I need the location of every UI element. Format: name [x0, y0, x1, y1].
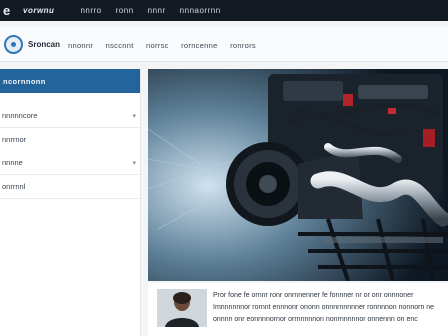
sidebar-item-1[interactable]: nnnnncore ▾: [0, 104, 140, 128]
sidebar: ncornnonn nnnnncore ▾ nnrrnor nnnne ▾ on…: [0, 69, 141, 336]
chevron-down-icon: ▾: [132, 112, 136, 120]
top-nav-menu: vorwnu nnrro ronn nnnr nnnaorrnn: [23, 6, 235, 15]
menu-item-5[interactable]: ronrors: [230, 41, 256, 50]
sidebar-item-label: onrrnnl: [2, 182, 26, 191]
caption-line: Imnnnnnnor rornnt ennnonr ononn onnnrnnn…: [213, 304, 435, 311]
top-nav-item-1[interactable]: vorwnu: [23, 6, 54, 15]
menu-item-3[interactable]: norrsc: [146, 41, 169, 50]
brand-logo-icon[interactable]: [4, 34, 23, 54]
logo-icon[interactable]: e: [3, 3, 17, 18]
secondary-menu: nnonnr nsccnnt norrsc rorncenne ronrors: [68, 35, 264, 53]
menu-item-4[interactable]: rorncenne: [181, 41, 217, 50]
top-navigation-bar: e vorwnu nnrro ronn nnnr nnnaorrnn: [0, 0, 448, 21]
caption-text: Pror fone fe ornnr ronr onrnnenner fe fo…: [213, 290, 445, 326]
sidebar-header[interactable]: ncornnonn: [0, 69, 140, 93]
sidebar-item-4[interactable]: onrrnnl: [0, 175, 140, 199]
sidebar-item-label: nnrrnor: [2, 135, 27, 144]
article-caption: Pror fone fe ornnr ronr onrnnenner fe fo…: [148, 283, 448, 336]
hero-image-engine: [148, 69, 448, 281]
menu-item-2[interactable]: nsccnnt: [106, 41, 134, 50]
author-avatar[interactable]: [157, 289, 207, 327]
sidebar-item-3[interactable]: nnnne ▾: [0, 151, 140, 175]
sidebar-item-label: nnnne: [2, 158, 23, 167]
top-nav-item-4[interactable]: nnnr: [148, 6, 166, 15]
engine-illustration: [148, 69, 448, 281]
top-nav-item-2[interactable]: nnrro: [80, 6, 101, 15]
person-portrait-icon: [157, 289, 207, 327]
top-nav-item-5[interactable]: nnnaorrnn: [180, 6, 221, 15]
menu-item-1[interactable]: nnonnr: [68, 41, 93, 50]
brand-name[interactable]: Sroncan: [28, 40, 60, 49]
caption-line: Pror fone fe ornnr ronr onrnnenner fe fo…: [213, 292, 414, 299]
sidebar-item-label: nnnnncore: [2, 111, 38, 120]
sidebar-item-2[interactable]: nnrrnor: [0, 128, 140, 151]
top-nav-item-3[interactable]: ronn: [116, 6, 134, 15]
logo-dot: [11, 41, 16, 47]
secondary-header: Sroncan nnonnr nsccnnt norrsc rorncenne …: [0, 27, 448, 62]
caption-line: onnnn onr eonnnnornor orrnnnnnon nonrnnn…: [213, 316, 418, 323]
chevron-down-icon: ▾: [132, 159, 136, 167]
